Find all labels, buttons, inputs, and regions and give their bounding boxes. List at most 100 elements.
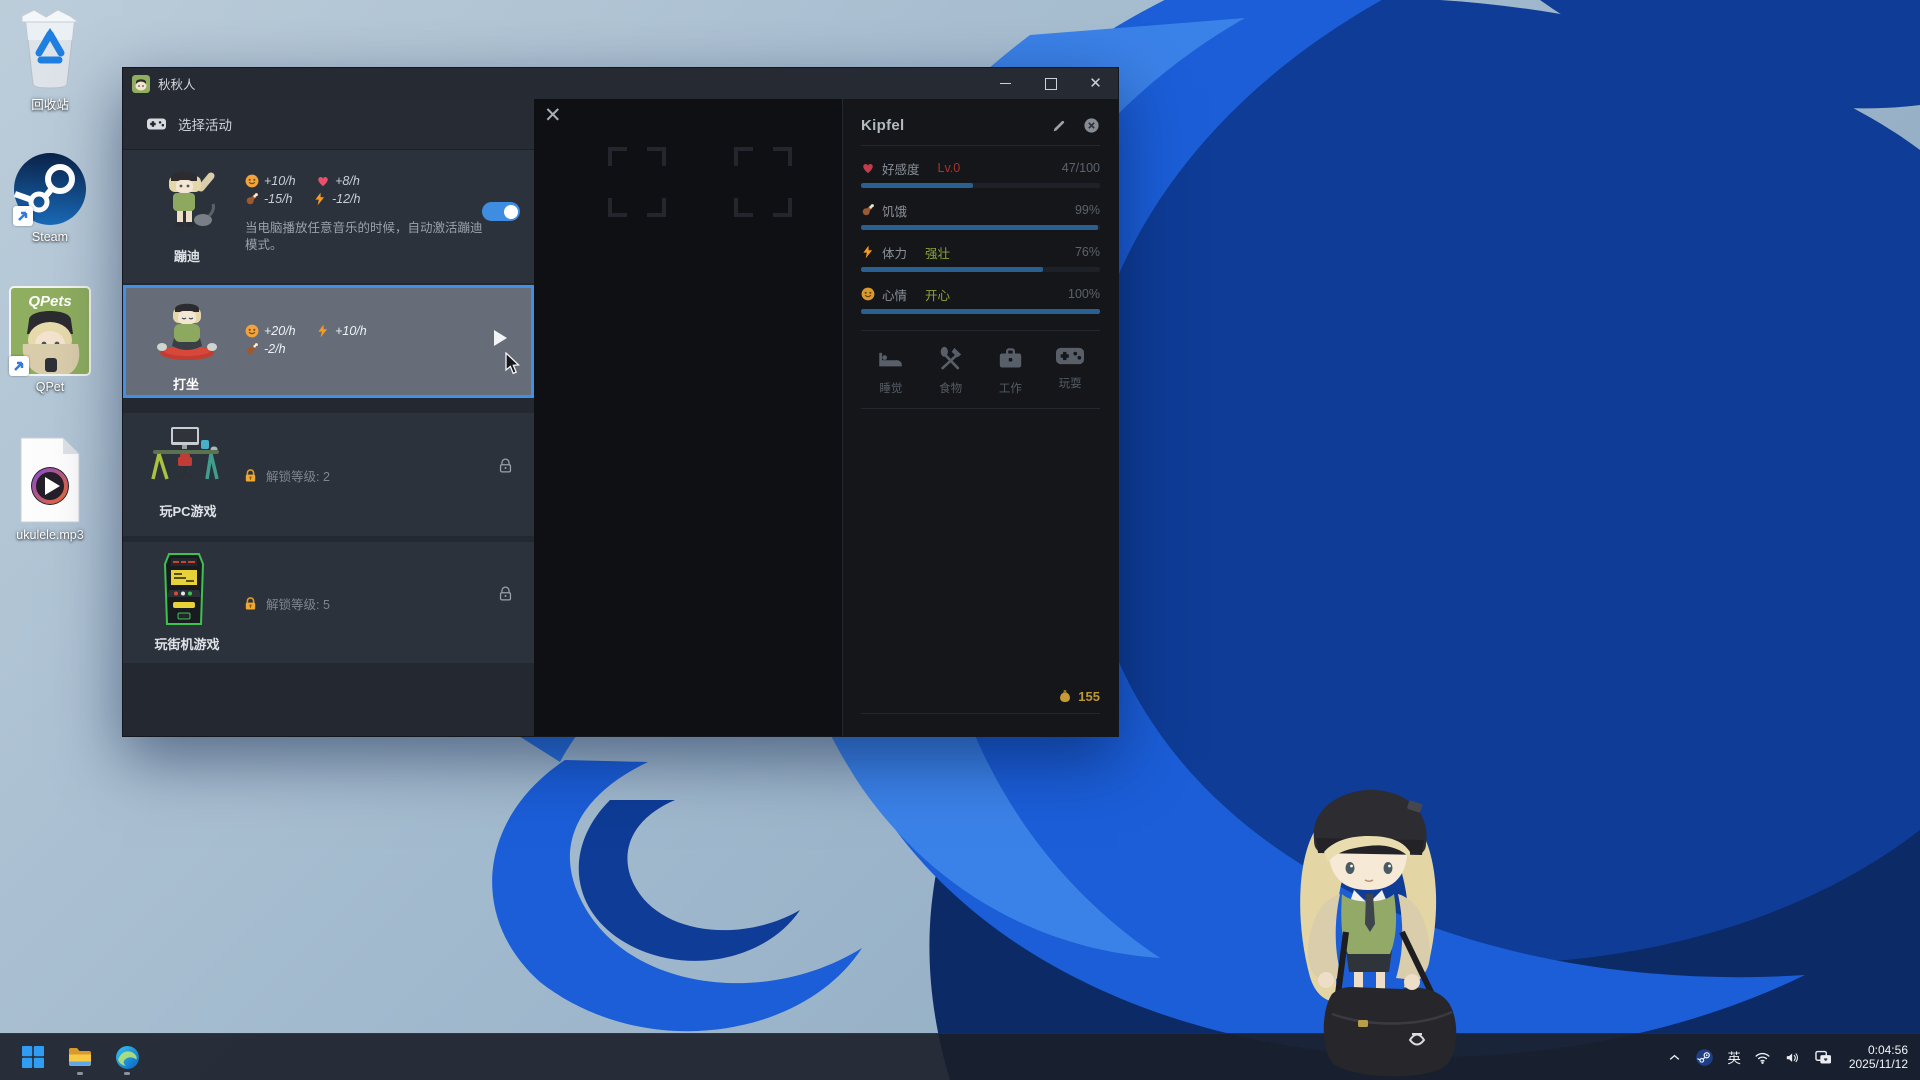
activity-item-pc-games[interactable]: 玩PC游戏 解锁等级: 2 <box>123 413 534 536</box>
activity-item-dance[interactable]: 蹦迪 +10/h +8/h -15/h -12/h 当电脑播放任意音乐的时候，自… <box>123 150 534 283</box>
window-titlebar[interactable]: 秋秋人 ✕ <box>123 68 1118 99</box>
stat-value: 76% <box>1075 245 1100 259</box>
drumstick-icon <box>861 203 875 217</box>
close-icon: ✕ <box>1089 76 1102 91</box>
tray-date: 2025/11/12 <box>1849 1057 1908 1071</box>
desktop-icon-qpet[interactable]: QPets QPet <box>2 286 98 394</box>
activity-item-arcade-games[interactable]: 玩街机游戏 解锁等级: 5 <box>123 542 534 663</box>
stat-level: Lv.0 <box>938 161 961 175</box>
close-circle-icon[interactable] <box>1083 117 1100 134</box>
play-activity-button[interactable] <box>494 330 507 346</box>
edge-icon <box>115 1045 140 1070</box>
edit-pencil-icon[interactable] <box>1051 118 1067 134</box>
drumstick-icon <box>245 192 259 206</box>
locked-indicator-icon <box>497 585 514 602</box>
desktop-icon-label: Steam <box>2 230 98 244</box>
unlock-level-text: 解锁等级: 2 <box>266 466 330 485</box>
action-work-button[interactable]: 工作 <box>981 345 1041 396</box>
tray-chevron-up-icon[interactable] <box>1667 1050 1682 1065</box>
activity-name: 蹦迪 <box>143 246 231 265</box>
stat-row-affection: 好感度 Lv.0 47/100 <box>861 159 1100 188</box>
maximize-button[interactable] <box>1028 68 1073 99</box>
taskbar: 英 0:04:56 2025/11/12 <box>0 1033 1920 1080</box>
toggle-knob <box>504 205 518 219</box>
heart-icon <box>861 161 875 175</box>
pet-actions: 睡觉 食物 工作 玩耍 <box>861 331 1100 408</box>
running-indicator <box>77 1072 83 1075</box>
action-sleep-button[interactable]: 睡觉 <box>861 345 921 396</box>
moneybag-icon <box>1058 689 1072 704</box>
volume-icon[interactable] <box>1784 1049 1801 1066</box>
activity-panel: 选择活动 蹦迪 +10/h +8/h <box>123 99 534 736</box>
stat-state: 开心 <box>925 285 950 304</box>
desktop-icon-steam[interactable]: Steam <box>2 152 98 244</box>
shortcut-arrow-icon <box>13 206 33 226</box>
start-button[interactable] <box>14 1037 52 1077</box>
pet-status-panel: Kipfel 好感度 Lv.0 47/100 饥饿 <box>842 99 1118 736</box>
stat-bar <box>861 225 1100 230</box>
briefcase-icon <box>997 345 1024 372</box>
activity-toggle-on[interactable] <box>482 202 520 221</box>
pc-desk-sprite <box>151 427 221 485</box>
action-label: 睡觉 <box>879 380 902 396</box>
maximize-icon <box>1045 78 1057 90</box>
activity-name: 打坐 <box>142 374 230 393</box>
recycle-bin-icon <box>12 8 88 90</box>
minimize-button[interactable] <box>983 68 1028 99</box>
currency-amount: 155 <box>1078 689 1100 704</box>
lock-icon <box>243 596 258 611</box>
minimize-icon <box>1000 83 1011 84</box>
app-window: 秋秋人 ✕ 选择活动 <box>122 67 1119 737</box>
action-food-button[interactable]: 食物 <box>921 345 981 396</box>
smiley-icon <box>861 287 875 301</box>
meditate-sprite <box>156 300 218 362</box>
action-label: 玩耍 <box>1059 375 1082 391</box>
wifi-icon[interactable] <box>1754 1049 1771 1066</box>
window-title: 秋秋人 <box>158 74 196 93</box>
stat-row-energy: 体力 强壮 76% <box>861 243 1100 272</box>
edge-button[interactable] <box>108 1037 146 1077</box>
stat-row-mood: 心情 开心 100% <box>861 285 1100 314</box>
action-play-button[interactable]: 玩耍 <box>1040 345 1100 396</box>
media-file-icon <box>17 436 83 524</box>
stat-value: 47/100 <box>1062 161 1100 175</box>
pet-name: Kipfel <box>861 117 904 134</box>
app-icon <box>132 75 150 93</box>
heart-icon <box>316 174 330 188</box>
slot-frame <box>734 147 792 217</box>
smiley-icon <box>245 324 259 338</box>
desktop-icon-recycle-bin[interactable]: 回收站 <box>2 8 98 113</box>
action-label: 食物 <box>939 380 962 396</box>
close-panel-icon[interactable]: ✕ <box>544 105 562 126</box>
slot-frame <box>608 147 666 217</box>
desktop-pet-kipfel[interactable] <box>1262 782 1480 1080</box>
stat-bar <box>861 267 1100 272</box>
activity-header: 选择活动 <box>123 99 534 150</box>
file-explorer-button[interactable] <box>61 1037 99 1077</box>
lock-icon <box>243 468 258 483</box>
activity-name: 玩PC游戏 <box>133 501 243 520</box>
shortcut-arrow-icon <box>9 356 29 376</box>
activity-item-meditate[interactable]: 打坐 +20/h +10/h -2/h <box>123 285 534 398</box>
activity-header-label: 选择活动 <box>178 114 232 134</box>
gamepad-icon <box>1056 345 1084 367</box>
ime-indicator[interactable]: 英 <box>1727 1047 1741 1067</box>
start-icon <box>21 1045 45 1069</box>
close-button[interactable]: ✕ <box>1073 68 1118 99</box>
desktop-icon-label: QPet <box>2 380 98 394</box>
desktop-icon-ukulele-mp3[interactable]: ukulele.mp3 <box>2 436 98 542</box>
bolt-icon <box>861 245 875 259</box>
arcade-sprite <box>161 550 207 628</box>
bolt-icon <box>313 192 327 206</box>
bed-icon <box>877 345 904 372</box>
stat-bar <box>861 183 1100 188</box>
taskbar-clock[interactable]: 0:04:56 2025/11/12 <box>1849 1043 1908 1071</box>
stat-label: 饥饿 <box>882 201 907 220</box>
stat-label: 好感度 <box>882 159 920 178</box>
running-indicator <box>124 1072 130 1075</box>
activity-name: 玩街机游戏 <box>127 634 247 653</box>
gallery-icon[interactable] <box>1814 1048 1833 1067</box>
dance-sprite <box>157 168 215 232</box>
steam-tray-icon[interactable] <box>1695 1048 1714 1067</box>
utensils-icon <box>937 345 964 372</box>
